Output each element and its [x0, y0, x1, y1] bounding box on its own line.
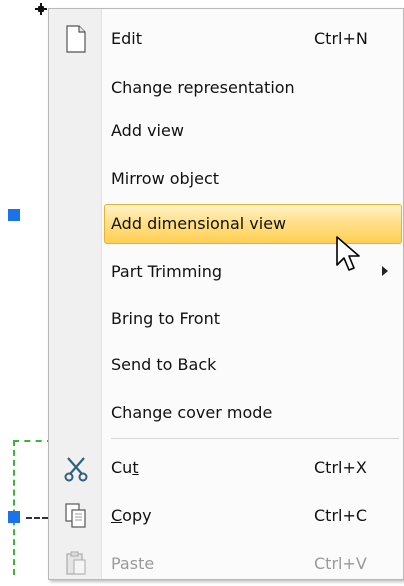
menu-item-shortcut: Ctrl+C: [314, 506, 368, 525]
dashed-connector: [26, 517, 48, 519]
menu-item-copy[interactable]: Copy Ctrl+C: [49, 494, 403, 538]
selection-handle[interactable]: [8, 511, 20, 523]
copy-icon: [63, 502, 89, 530]
menu-item-add-view[interactable]: Add view: [49, 109, 403, 153]
mouse-pointer-icon: [334, 235, 364, 275]
menu-item-change-cover-mode[interactable]: Change cover mode: [49, 391, 403, 435]
menu-item-label: Edit: [111, 29, 142, 48]
menu-item-mirrow-object[interactable]: Mirrow object: [49, 157, 403, 201]
menu-item-label: Bring to Front: [111, 309, 220, 328]
menu-item-label: Copy: [111, 506, 152, 525]
context-menu: Edit Ctrl+N Change representation Add vi…: [48, 8, 404, 580]
menu-item-label: Send to Back: [111, 355, 217, 374]
selection-corner-handle[interactable]: [35, 3, 47, 15]
paste-icon: [63, 550, 89, 578]
menu-item-paste[interactable]: Paste Ctrl+V: [49, 542, 403, 586]
menu-item-edit[interactable]: Edit Ctrl+N: [49, 17, 403, 61]
menu-item-label: Paste: [111, 554, 155, 573]
menu-item-shortcut: Ctrl+X: [314, 458, 367, 477]
dashed-outline-left: [13, 440, 15, 575]
menu-item-shortcut: Ctrl+V: [314, 554, 367, 573]
menu-item-label: Part Trimming: [111, 262, 223, 281]
menu-item-label: Add dimensional view: [111, 214, 287, 233]
menu-item-label: Add view: [111, 121, 184, 140]
menu-item-change-representation[interactable]: Change representation: [49, 66, 403, 110]
menu-item-cut[interactable]: Cut Ctrl+X: [49, 446, 403, 490]
menu-item-label: Change representation: [111, 78, 295, 97]
menu-item-shortcut: Ctrl+N: [314, 29, 368, 48]
new-document-icon: [63, 25, 89, 53]
menu-item-label: Change cover mode: [111, 403, 273, 422]
dashed-outline-top: [13, 440, 53, 442]
menu-item-send-to-back[interactable]: Send to Back: [49, 343, 403, 387]
menu-item-label: Cut: [111, 458, 139, 477]
menu-separator: [111, 438, 399, 439]
menu-item-bring-to-front[interactable]: Bring to Front: [49, 297, 403, 341]
scissors-icon: [63, 454, 89, 482]
submenu-arrow-icon: [382, 266, 388, 276]
menu-item-label: Mirrow object: [111, 169, 220, 188]
selection-handle[interactable]: [8, 209, 20, 221]
